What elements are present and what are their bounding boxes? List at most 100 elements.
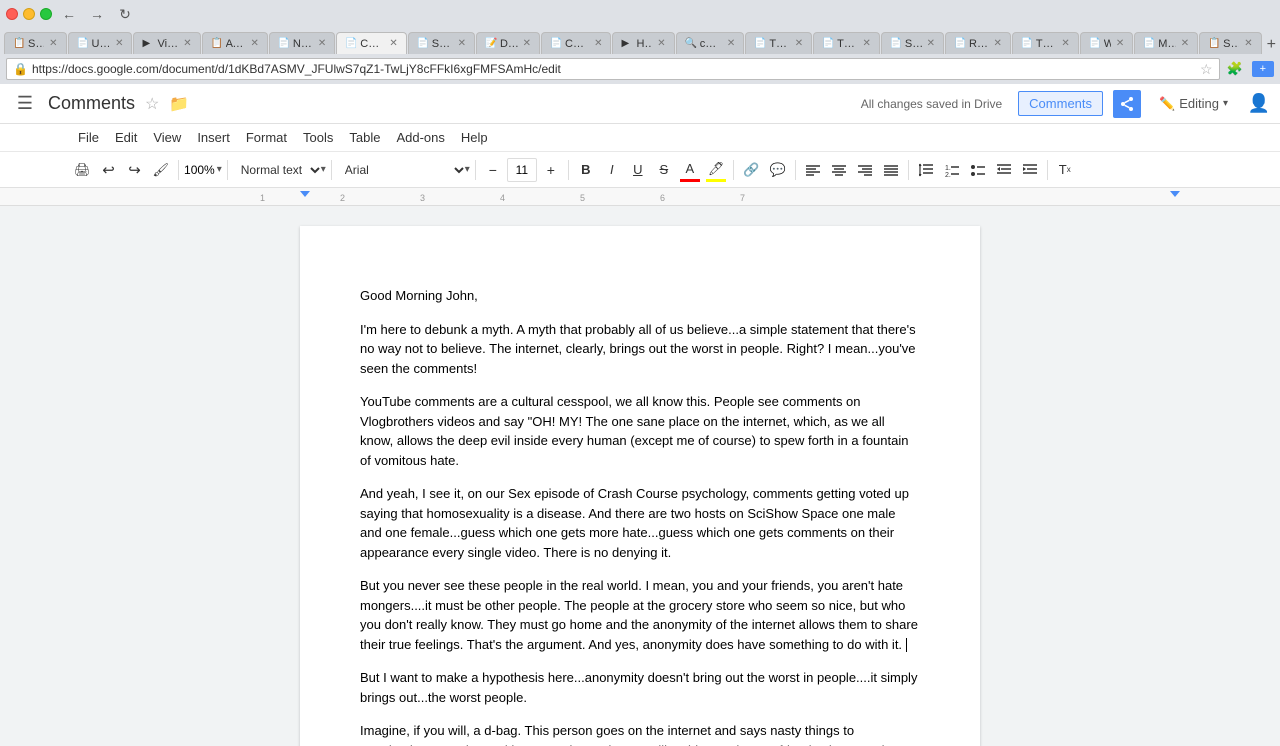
tab-comm2[interactable]: 📄 Comm... ✕ [541,32,611,54]
tab-close-how[interactable]: ✕ [657,38,665,49]
justify-button[interactable] [879,157,903,183]
menu-addons[interactable]: Add-ons [388,126,452,149]
sign-in-button[interactable]: + [1252,61,1274,77]
tab-close-surv2[interactable]: ✕ [1244,38,1252,49]
tab-thef[interactable]: 📄 The F... ✕ [745,32,812,54]
tab-close-self[interactable]: ✕ [927,38,935,49]
tab-close-thec2[interactable]: ✕ [1061,38,1069,49]
right-margin-handle[interactable] [1170,191,1180,197]
tab-thec[interactable]: 📄 The c... ✕ [813,32,880,54]
tab-video[interactable]: ▶ Video... ✕ [133,32,200,54]
document-content[interactable]: Good Morning John, I'm here to debunk a … [360,286,920,746]
menu-edit[interactable]: Edit [107,126,145,149]
strikethrough-button[interactable]: S [652,157,676,183]
tab-close-untitl[interactable]: ✕ [115,38,123,49]
align-right-button[interactable] [853,157,877,183]
tab-nerd[interactable]: 📄 Nerd!... ✕ [269,32,335,54]
tab-close-w[interactable]: ✕ [1116,38,1124,49]
account-button[interactable]: 👤 [1248,93,1270,115]
comments-button[interactable]: Comments [1018,91,1103,116]
menu-table[interactable]: Table [341,126,388,149]
url-bar[interactable]: 🔒 https://docs.google.com/document/d/1dK… [6,58,1220,80]
tab-close-draft[interactable]: ✕ [523,38,531,49]
style-selector[interactable]: Normal text Heading 1 Heading 2 Heading … [233,157,323,183]
menu-format[interactable]: Format [238,126,295,149]
tab-untitl[interactable]: 📄 Untitl... ✕ [68,32,133,54]
tab-close-nerd[interactable]: ✕ [318,38,326,49]
tab-close-script[interactable]: ✕ [458,38,466,49]
tab-thec2[interactable]: 📄 The c... ✕ [1012,32,1079,54]
forward-button[interactable]: → [86,3,108,25]
font-selector[interactable]: Arial Times New Roman Georgia [337,157,467,183]
highlight-color-button[interactable]: 🖊 [704,157,729,183]
italic-button[interactable]: I [600,157,624,183]
menu-insert[interactable]: Insert [189,126,238,149]
tab-how[interactable]: ▶ How... ✕ [612,32,674,54]
bookmark-icon[interactable]: ☆ [1200,61,1213,78]
tab-comments-active[interactable]: 📄 Comm... ✕ [336,32,406,54]
insert-comment-button[interactable]: 💬 [766,157,790,183]
share-button[interactable] [1113,90,1141,118]
tab-close-mary[interactable]: ✕ [1181,38,1189,49]
insert-link-button[interactable]: 🔗 [739,157,763,183]
tab-robe[interactable]: 📄 Robe... ✕ [945,32,1011,54]
tab-close-comments[interactable]: ✕ [389,38,397,49]
decrease-indent-button[interactable] [992,157,1016,183]
maximize-window-button[interactable] [40,8,52,20]
menu-help[interactable]: Help [453,126,496,149]
menu-view[interactable]: View [145,126,189,149]
document-scroll-area[interactable]: Good Morning John, I'm here to debunk a … [0,206,1280,746]
underline-button[interactable]: U [626,157,650,183]
close-window-button[interactable] [6,8,18,20]
folder-icon[interactable]: 📁 [169,94,189,114]
tab-mary[interactable]: 📄 Mary... ✕ [1134,32,1198,54]
text-color-button[interactable]: A [678,157,702,183]
font-size-decrease-button[interactable]: − [481,157,505,183]
line-spacing-button[interactable] [914,157,938,183]
tab-favicon-surv1: 📋 [13,38,25,50]
hamburger-menu-button[interactable]: ☰ [10,89,40,119]
numbered-list-button[interactable]: 1.2. [940,157,964,183]
redo-button[interactable]: ↪ [123,157,147,183]
menu-tools[interactable]: Tools [295,126,341,149]
tab-close-surv1[interactable]: ✕ [49,38,57,49]
extensions-button[interactable]: 🧩 [1224,58,1246,80]
tab-close-comm2[interactable]: ✕ [594,38,602,49]
refresh-button[interactable]: ↻ [114,3,136,25]
tab-alist[interactable]: 📋 A List... ✕ [202,32,268,54]
bulleted-list-button[interactable] [966,157,990,183]
paragraph-5: But I want to make a hypothesis here...a… [360,668,920,707]
tab-script[interactable]: 📄 Script... ✕ [408,32,475,54]
document-page[interactable]: Good Morning John, I'm here to debunk a … [300,226,980,746]
tab-close-thef[interactable]: ✕ [795,38,803,49]
tab-close-robe[interactable]: ✕ [994,38,1002,49]
tab-draft[interactable]: 📝 Draft... ✕ [476,32,540,54]
tab-w[interactable]: 📄 W... ✕ [1080,32,1134,54]
menu-file[interactable]: File [70,126,107,149]
editing-mode-button[interactable]: ✏️ Editing ▾ [1153,92,1234,116]
undo-button[interactable]: ↩ [97,157,121,183]
increase-indent-button[interactable] [1018,157,1042,183]
back-button[interactable]: ← [58,3,80,25]
minimize-window-button[interactable] [23,8,35,20]
font-size-increase-button[interactable]: + [539,157,563,183]
tab-close-comm3[interactable]: ✕ [727,38,735,49]
tab-close-thec[interactable]: ✕ [863,38,871,49]
tab-close-alist[interactable]: ✕ [251,38,259,49]
document-title[interactable]: Comments [48,93,135,114]
bold-button[interactable]: B [574,157,598,183]
tab-comm3[interactable]: 🔍 comm... ✕ [676,32,745,54]
align-left-button[interactable] [801,157,825,183]
zoom-selector[interactable]: 100% ▾ [184,163,222,177]
align-center-button[interactable] [827,157,851,183]
tab-self[interactable]: 📄 Self-... ✕ [881,32,944,54]
new-tab-button[interactable]: + [1263,36,1280,54]
tab-surv2[interactable]: 📋 Surv... ✕ [1199,32,1262,54]
star-icon[interactable]: ☆ [145,94,159,114]
tab-close-video[interactable]: ✕ [183,38,191,49]
tab-surv1[interactable]: 📋 Surv... ✕ [4,32,67,54]
print-button[interactable]: 🖨 [70,157,95,183]
paint-format-button[interactable]: 🖌 [149,157,174,183]
left-margin-handle[interactable] [300,191,310,197]
clear-formatting-button[interactable]: Tx [1053,157,1077,183]
